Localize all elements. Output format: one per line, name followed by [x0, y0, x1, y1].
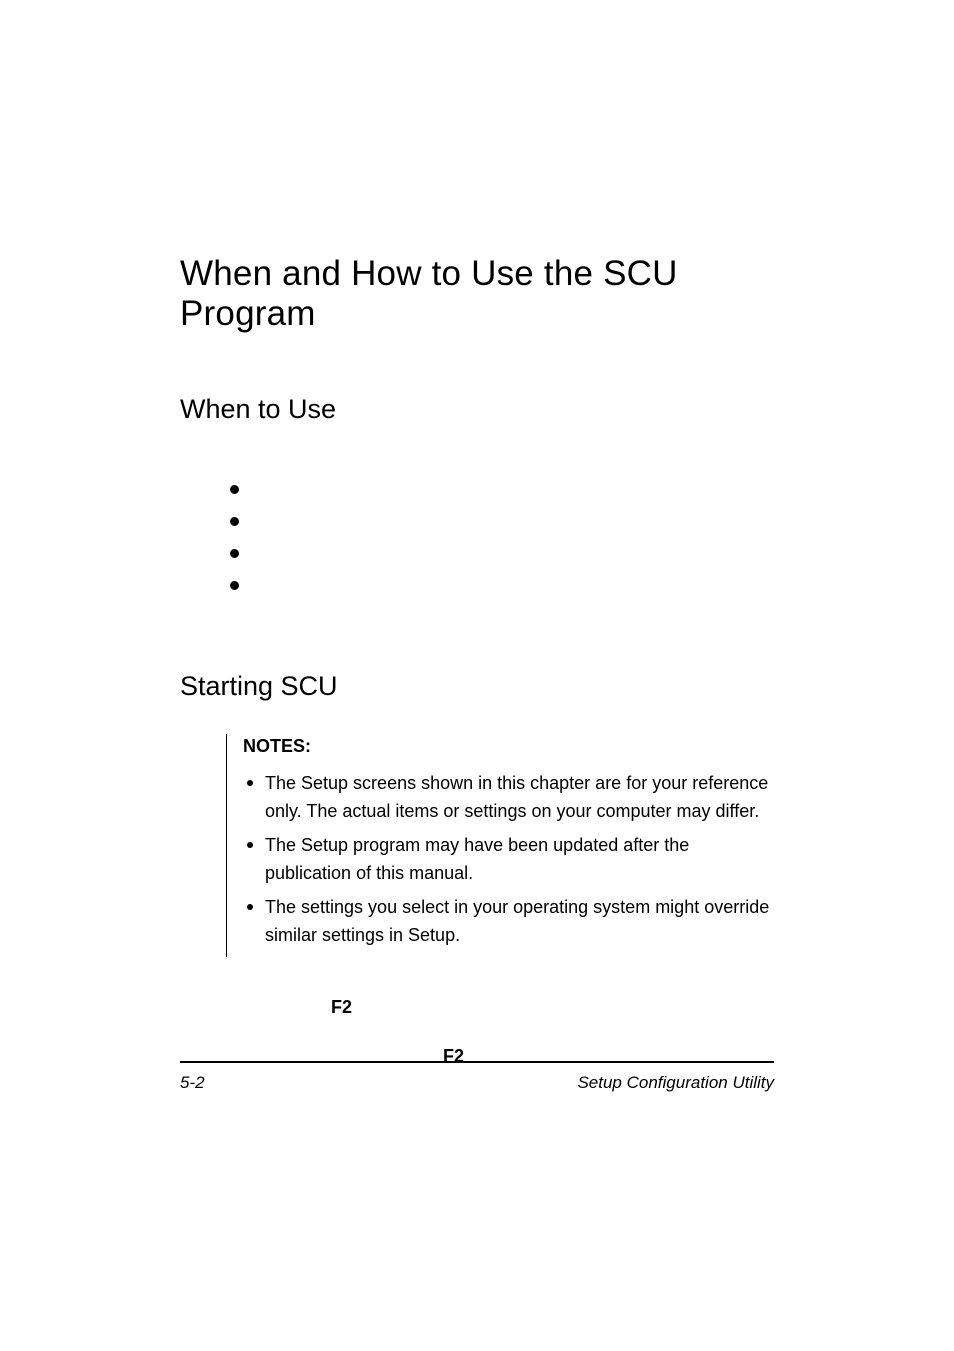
list-item — [230, 475, 774, 507]
list-item: The settings you select in your operatin… — [243, 893, 774, 949]
page-number: 5-2 — [180, 1073, 205, 1093]
section-heading-starting-scu: Starting SCU — [180, 671, 774, 702]
page-footer: 5-2 Setup Configuration Utility — [180, 1061, 774, 1093]
key-label-f2-first: F2 — [331, 997, 774, 1018]
section-heading-when-to-use: When to Use — [180, 394, 774, 425]
when-to-use-bullet-list — [230, 475, 774, 603]
list-item — [230, 571, 774, 603]
list-item — [230, 539, 774, 571]
list-item: The Setup screens shown in this chapter … — [243, 769, 774, 825]
page-title: When and How to Use the SCU Program — [180, 254, 774, 334]
notes-list: The Setup screens shown in this chapter … — [243, 769, 774, 949]
list-item: The Setup program may have been updated … — [243, 831, 774, 887]
footer-doc-title: Setup Configuration Utility — [577, 1073, 774, 1093]
notes-label: NOTES: — [243, 736, 774, 757]
document-page: When and How to Use the SCU Program When… — [0, 0, 954, 1351]
list-item — [230, 507, 774, 539]
notes-block: NOTES: The Setup screens shown in this c… — [226, 734, 774, 957]
